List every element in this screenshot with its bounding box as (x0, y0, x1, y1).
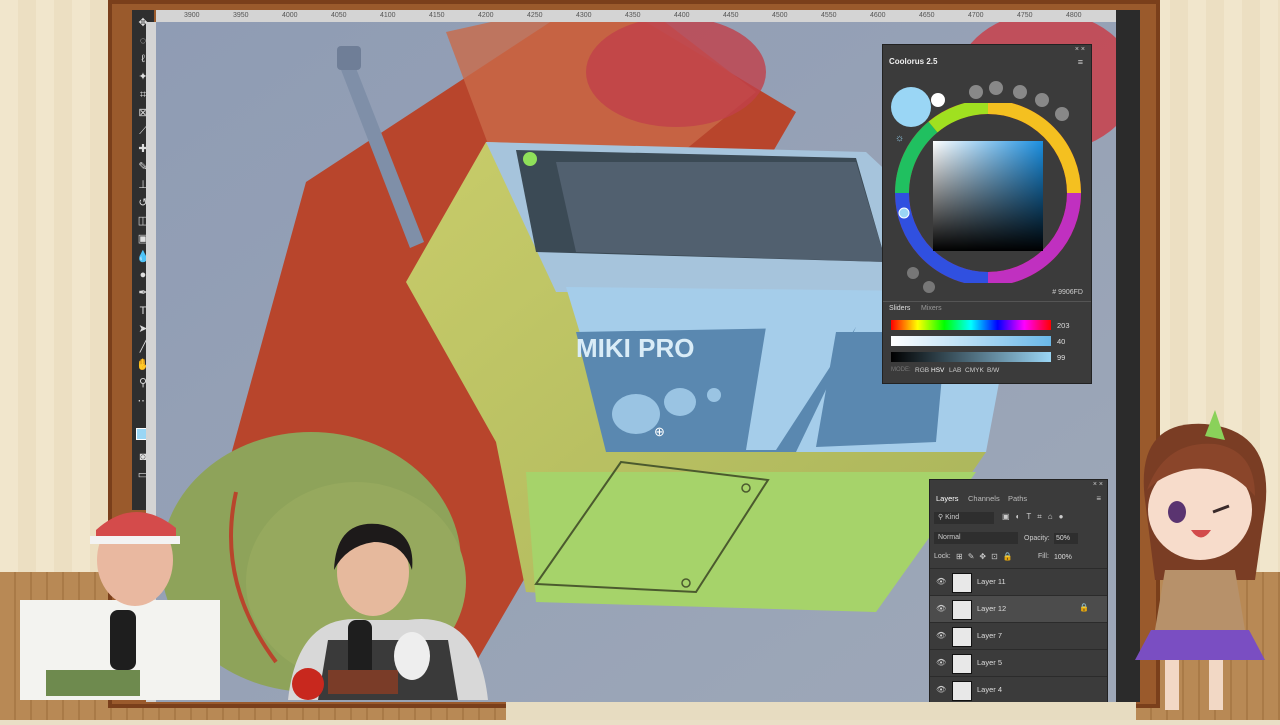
opacity-field[interactable]: 50% (1054, 533, 1078, 544)
tab-channels[interactable]: Channels (968, 494, 1000, 503)
search-icon: ⚲ (938, 514, 944, 521)
brightness-slider[interactable] (891, 352, 1051, 362)
ruler-tick: 3900 (184, 12, 200, 19)
coolorus-panel: Coolorus 2.5 ≡ × × ☼ # 9906FD Sliders Mi… (882, 44, 1092, 384)
filter-value: Kind (945, 514, 960, 521)
ruler-tick: 4200 (478, 12, 494, 19)
ruler-tick: 4650 (919, 12, 935, 19)
ruler-tick: 4350 (625, 12, 641, 19)
tab-sliders[interactable]: Sliders (889, 305, 910, 312)
tab-layers[interactable]: Layers (936, 494, 959, 503)
saturation-slider[interactable] (891, 336, 1051, 346)
ruler-tick: 4550 (821, 12, 837, 19)
eye-icon[interactable]: 👁 (936, 631, 946, 640)
panel-title: Coolorus 2.5 (889, 57, 938, 66)
device-label: MIKI PRO (576, 333, 694, 363)
layer-name: Layer 4 (977, 685, 1003, 694)
layer-thumbnail (952, 573, 972, 593)
color-wheel[interactable] (893, 103, 1083, 283)
mode-hsv[interactable]: HSV (931, 367, 944, 374)
fill-field[interactable]: 100% (1054, 552, 1076, 563)
tab-mixers[interactable]: Mixers (921, 305, 942, 312)
eye-icon[interactable]: 👁 (936, 658, 946, 667)
brightness-value[interactable]: 99 (1057, 353, 1065, 362)
blend-mode-select[interactable]: Normal (934, 532, 1018, 544)
mode-rgb[interactable]: RGB (915, 367, 929, 374)
layer-name: Layer 12 (977, 604, 1007, 613)
layer-thumbnail (952, 681, 972, 701)
brush-presets[interactable] (943, 81, 1083, 121)
layer-name: Layer 11 (977, 577, 1006, 586)
ruler-tick: 4000 (282, 12, 298, 19)
lock-icon: 🔒 (1079, 603, 1089, 612)
hue-value[interactable]: 203 (1057, 321, 1070, 330)
eye-icon[interactable]: 👁 (936, 577, 946, 586)
ruler-tick: 4300 (576, 12, 592, 19)
mode-bw[interactable]: B/W (987, 367, 999, 374)
hue-slider[interactable] (891, 320, 1051, 330)
panel-menu-icon[interactable]: ≡ (1078, 57, 1083, 67)
layer-row[interactable]: 👁 Layer 5 (930, 649, 1107, 677)
ruler-tick: 4600 (870, 12, 886, 19)
close-icon[interactable]: × × (1093, 481, 1103, 488)
ruler-tick: 3950 (233, 12, 249, 19)
layer-thumbnail (952, 600, 972, 620)
layer-thumbnail (952, 627, 972, 647)
fill-label: Fill: (1038, 553, 1049, 560)
ruler-tick: 4800 (1066, 12, 1082, 19)
ruler-tick: 4250 (527, 12, 543, 19)
lock-label: Lock: (934, 553, 951, 560)
lock-icons[interactable]: ⊞✎✥⊡🔒 (956, 552, 1018, 561)
filter-icons[interactable]: ▣◐T⌗⌂● (1002, 512, 1069, 522)
ruler-tick: 4450 (723, 12, 739, 19)
layer-name: Layer 5 (977, 658, 1003, 667)
layer-name: Layer 7 (977, 631, 1003, 640)
panel-menu-icon[interactable]: ≡ (1096, 494, 1101, 503)
ruler-tick: 4400 (674, 12, 690, 19)
saturation-value[interactable]: 40 (1057, 337, 1065, 346)
layer-row[interactable]: 👁 Layer 12 🔒 (930, 595, 1107, 623)
mode-lab[interactable]: LAB (949, 367, 961, 374)
mode-label: MODE: (891, 367, 911, 373)
mascot-character (1105, 400, 1280, 720)
cohost-webcam (288, 520, 488, 700)
tab-paths[interactable]: Paths (1008, 494, 1027, 503)
zoom-cursor-icon: ⊕ (654, 424, 665, 439)
ruler-tick: 4050 (331, 12, 347, 19)
layer-thumbnail (952, 654, 972, 674)
layers-panel: × × Layers Channels Paths ≡ ⚲ Kind ▣◐T⌗⌂… (929, 479, 1108, 703)
ruler-tick: 4750 (1017, 12, 1033, 19)
ruler-tick: 4500 (772, 12, 788, 19)
eye-icon[interactable]: 👁 (936, 685, 946, 694)
streamer-webcam (0, 500, 230, 700)
mode-cmyk[interactable]: CMYK (965, 367, 984, 374)
eye-icon[interactable]: 👁 (936, 604, 946, 613)
rotate-left-icon[interactable] (907, 267, 919, 279)
ruler-tick: 4150 (429, 12, 445, 19)
layer-row[interactable]: 👁 Layer 4 (930, 676, 1107, 704)
filter-kind-select[interactable]: ⚲ Kind (934, 512, 994, 524)
ruler-tick: 4700 (968, 12, 984, 19)
close-icon[interactable]: × × (1075, 46, 1085, 53)
layer-row[interactable]: 👁 Layer 7 (930, 622, 1107, 650)
play-icon[interactable] (923, 281, 935, 293)
ruler-tick: 4100 (380, 12, 396, 19)
stream-bottom-bar (506, 702, 1136, 720)
opacity-label: Opacity: (1024, 535, 1050, 542)
layer-row[interactable]: 👁 Layer 11 (930, 568, 1107, 596)
hex-value[interactable]: # 9906FD (1052, 289, 1083, 296)
